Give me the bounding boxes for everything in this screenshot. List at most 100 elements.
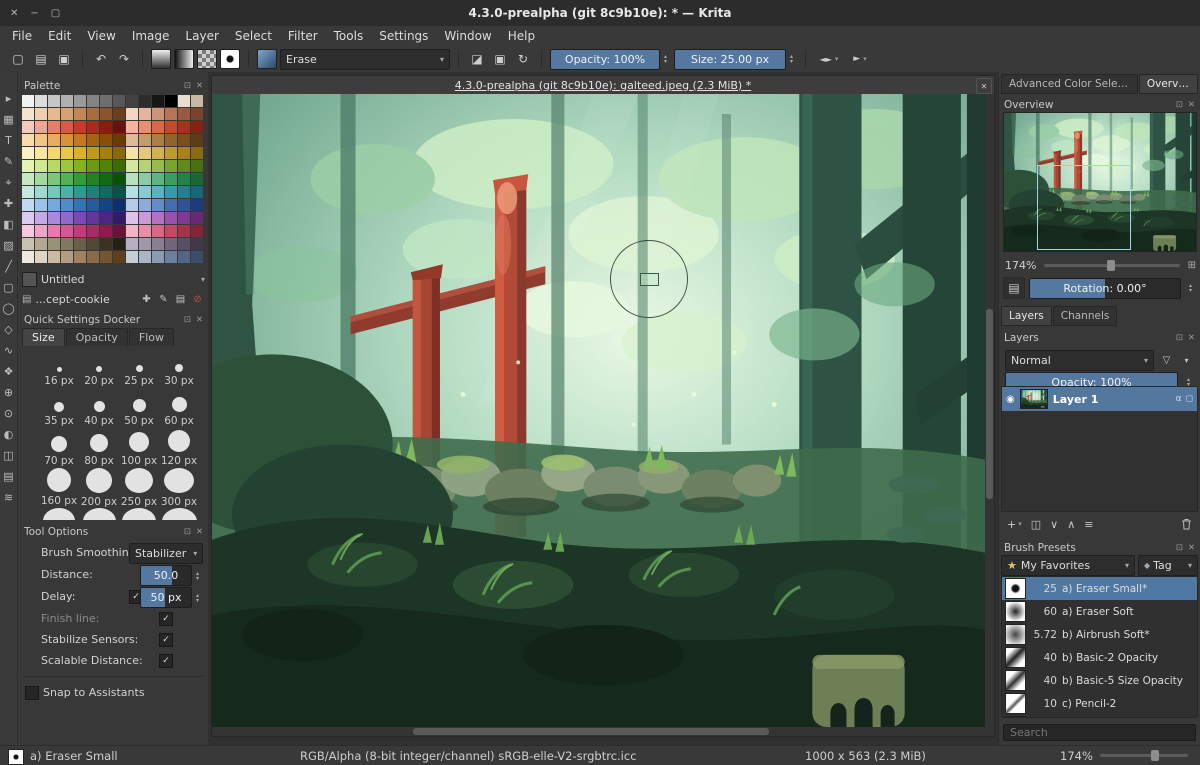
palette-swatch[interactable]	[22, 95, 34, 107]
brush-size-option[interactable]: 70 px	[39, 428, 79, 468]
tab-channels[interactable]: Channels	[1052, 306, 1118, 326]
palette-swatch[interactable]	[22, 225, 34, 237]
palette-swatch[interactable]	[165, 108, 177, 120]
palette-swatch[interactable]	[191, 186, 203, 198]
menu-item[interactable]: Edit	[40, 27, 79, 45]
palette-swatch[interactable]	[152, 238, 164, 250]
palette-swatch[interactable]	[165, 121, 177, 133]
menu-item[interactable]: Tools	[326, 27, 372, 45]
overview-zoom-slider[interactable]	[1044, 259, 1180, 271]
size-slider[interactable]: Size: 25.00 px	[674, 48, 786, 70]
close-docker-icon[interactable]: ✕	[196, 81, 203, 91]
palette-swatch[interactable]	[22, 251, 34, 263]
palette-swatch[interactable]	[152, 121, 164, 133]
palette-swatch[interactable]	[48, 173, 60, 185]
contiguous-select-tool-icon[interactable]: ◐	[4, 428, 14, 442]
menu-item[interactable]: Select	[227, 27, 280, 45]
smoothing-mode-combobox[interactable]: Stabilizer ▾	[129, 543, 203, 564]
palette-swatch[interactable]	[35, 134, 47, 146]
palette-swatch[interactable]	[126, 134, 138, 146]
palette-swatch[interactable]	[152, 160, 164, 172]
palette-swatch[interactable]	[165, 199, 177, 211]
menu-item[interactable]: Filter	[280, 27, 326, 45]
crop-tool-icon[interactable]: ⌖	[5, 176, 11, 190]
palette-swatch[interactable]	[113, 95, 125, 107]
palette-swatch[interactable]	[191, 108, 203, 120]
palette-swatch[interactable]	[74, 121, 86, 133]
add-layer-button[interactable]: + ▾	[1007, 518, 1022, 531]
brush-preset-row[interactable]: 10 c) Pencil-2	[1002, 692, 1197, 715]
palette-swatch[interactable]	[191, 160, 203, 172]
palette-swatch[interactable]	[139, 160, 151, 172]
menu-item[interactable]: View	[79, 27, 123, 45]
palette-swatch[interactable]	[74, 173, 86, 185]
mirror-horizontal-button[interactable]: ◄► ▾	[814, 49, 844, 69]
float-docker-icon[interactable]: ⊡	[184, 527, 191, 537]
palette-swatch[interactable]	[178, 95, 190, 107]
palette-swatch[interactable]	[74, 160, 86, 172]
palette-swatch[interactable]	[100, 238, 112, 250]
delete-layer-button[interactable]	[1181, 518, 1192, 530]
brush-size-option[interactable]: 50 px	[119, 388, 159, 428]
float-docker-icon[interactable]: ⊡	[184, 81, 191, 91]
brush-size-option[interactable]: 100 px	[119, 428, 159, 468]
pan-tool-icon[interactable]: ▤	[3, 470, 13, 484]
palette-swatch[interactable]	[165, 251, 177, 263]
menu-item[interactable]: Layer	[177, 27, 226, 45]
palette-swatch[interactable]	[113, 108, 125, 120]
layer-properties-button[interactable]: ≡	[1084, 518, 1093, 531]
scalable-distance-checkbox[interactable]: ✓	[159, 654, 173, 668]
palette-swatch[interactable]	[61, 121, 73, 133]
palette-swatch[interactable]	[165, 212, 177, 224]
new-document-button[interactable]: ▢	[8, 49, 28, 69]
palette-swatch[interactable]	[139, 121, 151, 133]
palette-swatch[interactable]	[191, 173, 203, 185]
brush-editor-toggle-button[interactable]	[257, 49, 277, 69]
outline-select-tool-icon[interactable]: ◫	[3, 449, 13, 463]
palette-swatch[interactable]	[191, 212, 203, 224]
palette-swatch[interactable]	[87, 238, 99, 250]
palette-swatch[interactable]	[191, 95, 203, 107]
palette-swatch[interactable]	[165, 186, 177, 198]
palette-swatch[interactable]	[22, 147, 34, 159]
brush-size-option[interactable]	[79, 508, 119, 520]
distance-field[interactable]: 50.0	[140, 565, 192, 586]
palette-swatch[interactable]	[191, 238, 203, 250]
palette-swatch[interactable]	[113, 160, 125, 172]
rotation-spinner[interactable]: ▴ ▾	[1185, 283, 1196, 294]
palette-swatch[interactable]	[87, 121, 99, 133]
menu-item[interactable]: Settings	[371, 27, 436, 45]
palette-swatch[interactable]	[126, 121, 138, 133]
chevron-down-icon[interactable]: ▾	[1179, 353, 1194, 368]
palette-swatch[interactable]	[139, 95, 151, 107]
canvas-horizontal-scrollbar[interactable]	[212, 727, 985, 736]
palette-swatch[interactable]	[100, 212, 112, 224]
palette-swatch[interactable]	[87, 95, 99, 107]
palette-swatch[interactable]	[100, 108, 112, 120]
gradient-chooser-button[interactable]	[151, 49, 171, 69]
delay-field[interactable]: 50 px	[140, 587, 192, 608]
polyline-tool-icon[interactable]: ∿	[4, 344, 13, 358]
palette-swatch[interactable]	[87, 212, 99, 224]
palette-swatch[interactable]	[139, 134, 151, 146]
palette-swatch[interactable]	[100, 186, 112, 198]
gradient-tool-icon[interactable]: ▨	[3, 239, 13, 253]
palette-swatch[interactable]	[165, 147, 177, 159]
palette-swatch[interactable]	[113, 121, 125, 133]
palette-swatch[interactable]	[35, 199, 47, 211]
palette-folder-button[interactable]: ▤	[173, 292, 188, 307]
palette-swatch[interactable]	[22, 134, 34, 146]
brush-size-option[interactable]: 20 px	[79, 348, 119, 388]
assistants-tool-icon[interactable]: ⊕	[4, 386, 13, 400]
size-spinner[interactable]: ▴ ▾	[786, 54, 797, 65]
color-sampler-tool-icon[interactable]: ⊙	[4, 407, 13, 421]
palette-swatch[interactable]	[48, 186, 60, 198]
brush-size-option[interactable]: 16 px	[39, 348, 79, 388]
canvas-vertical-scrollbar[interactable]	[985, 94, 994, 727]
palette-swatch[interactable]	[113, 199, 125, 211]
palette-swatch[interactable]	[113, 225, 125, 237]
palette-swatch[interactable]	[74, 251, 86, 263]
gradient-fill-chooser-button[interactable]	[174, 49, 194, 69]
palette-swatch[interactable]	[126, 160, 138, 172]
brush-size-option[interactable]	[39, 508, 79, 520]
